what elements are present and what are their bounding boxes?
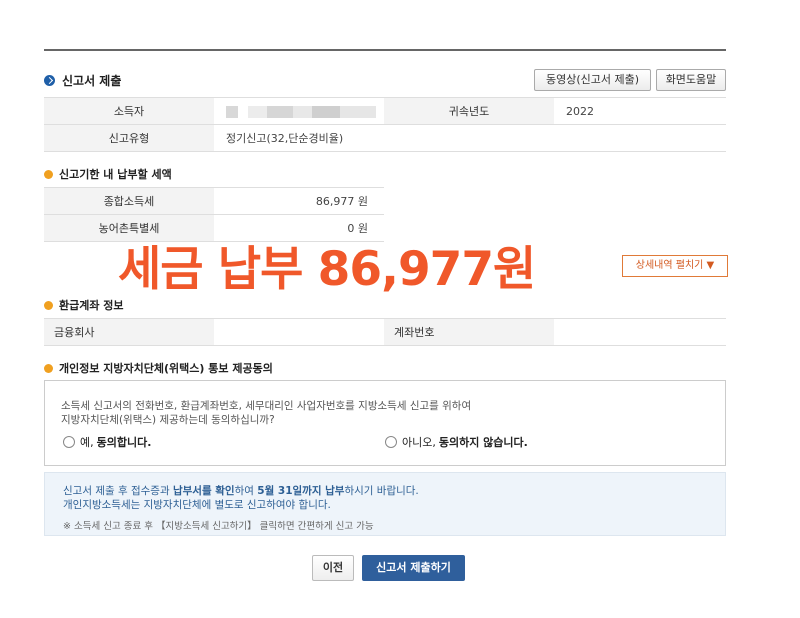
- consent-section-title-text: 개인정보 지방자치단체(위택스) 통보 제공동의: [59, 362, 273, 375]
- bullet-icon: [44, 363, 53, 373]
- account-label: 계좌번호: [384, 318, 554, 346]
- bank-value[interactable]: [214, 318, 384, 346]
- notice-box: 신고서 제출 후 접수증과 납부서를 확인하여 5월 31일까지 납부하시기 바…: [44, 472, 726, 536]
- agree-label: 동의합니다.: [96, 436, 152, 449]
- notice-text: 신고서 제출 후 접수증과: [63, 485, 170, 497]
- notice-line3: ※ 소득세 신고 종료 후 【지방소득세 신고하기】 클릭하면 간편하게 신고 …: [63, 521, 374, 532]
- refund-section-title-text: 환급계좌 정보: [59, 299, 124, 312]
- income-tax-value: 86,977 원: [214, 187, 384, 215]
- radio-circle-icon[interactable]: [385, 436, 397, 448]
- notice-emphasis: 납부서를 확인: [172, 485, 235, 497]
- masked-name-block: [248, 105, 376, 118]
- video-guide-button[interactable]: 동영상(신고서 제출): [534, 69, 651, 91]
- bank-label: 금융회사: [44, 318, 214, 346]
- account-value[interactable]: [554, 318, 726, 346]
- tax-section-title: 신고기한 내 납부할 세액: [44, 166, 172, 182]
- consent-question: 소득세 신고서의 전화번호, 환급계좌번호, 세무대리인 사업자번호를 지방소득…: [61, 399, 471, 427]
- info-table: 소득자 귀속년도 2022 신고유형 정기신고(32,단순경비율): [44, 97, 726, 152]
- disagree-radio[interactable]: 아니오, 동의하지 않습니다.: [385, 434, 528, 450]
- taxpayer-value: [214, 97, 384, 125]
- notice-line1: 신고서 제출 후 접수증과 납부서를 확인하여 5월 31일까지 납부하시기 바…: [63, 483, 419, 498]
- consent-text-line1: 소득세 신고서의 전화번호, 환급계좌번호, 세무대리인 사업자번호를 지방소득…: [61, 400, 472, 412]
- year-label: 귀속년도: [384, 97, 554, 125]
- arrow-circle-icon: [44, 75, 55, 86]
- previous-button[interactable]: 이전: [312, 555, 354, 581]
- disagree-label: 동의하지 않습니다.: [438, 436, 528, 449]
- masked-name-block: [226, 105, 238, 118]
- report-type-label: 신고유형: [44, 124, 214, 152]
- agree-prefix: 예,: [80, 436, 94, 449]
- income-tax-label: 종합소득세: [44, 187, 214, 215]
- submit-report-button[interactable]: 신고서 제출하기: [362, 555, 465, 581]
- disagree-prefix: 아니오,: [402, 436, 436, 449]
- year-value: 2022: [554, 97, 726, 125]
- agree-radio[interactable]: 예, 동의합니다.: [63, 434, 151, 450]
- refund-section-title: 환급계좌 정보: [44, 297, 124, 313]
- bullet-icon: [44, 169, 53, 179]
- report-type-value: 정기신고(32,단순경비율): [214, 124, 726, 152]
- screen-help-button[interactable]: 화면도움말: [656, 69, 726, 91]
- detail-expand-button[interactable]: 상세내역 펼치기 ▼: [622, 255, 728, 277]
- notice-line2: 개인지방소득세는 지방자치단체에 별도로 신고하여야 합니다.: [63, 499, 331, 511]
- tax-section-title-text: 신고기한 내 납부할 세액: [59, 168, 172, 181]
- bullet-icon: [44, 300, 53, 310]
- consent-box: 소득세 신고서의 전화번호, 환급계좌번호, 세무대리인 사업자번호를 지방소득…: [44, 380, 726, 466]
- consent-section-title: 개인정보 지방자치단체(위택스) 통보 제공동의: [44, 360, 273, 376]
- page-title-text: 신고서 제출: [62, 74, 122, 88]
- notice-emphasis: 5월 31일까지 납부: [257, 485, 345, 497]
- notice-text: 하시기 바랍니다.: [344, 485, 419, 497]
- top-divider: [44, 49, 726, 51]
- taxpayer-label: 소득자: [44, 97, 214, 125]
- notice-text: 하여: [234, 485, 254, 497]
- radio-circle-icon[interactable]: [63, 436, 75, 448]
- tax-amount-overlay: 세금 납부 86,977원: [118, 242, 536, 297]
- refund-table: 금융회사 계좌번호: [44, 318, 726, 346]
- consent-text-line2: 지방자치단체(위택스) 제공하는데 동의하십니까?: [61, 414, 275, 426]
- page-title: 신고서 제출: [44, 72, 121, 89]
